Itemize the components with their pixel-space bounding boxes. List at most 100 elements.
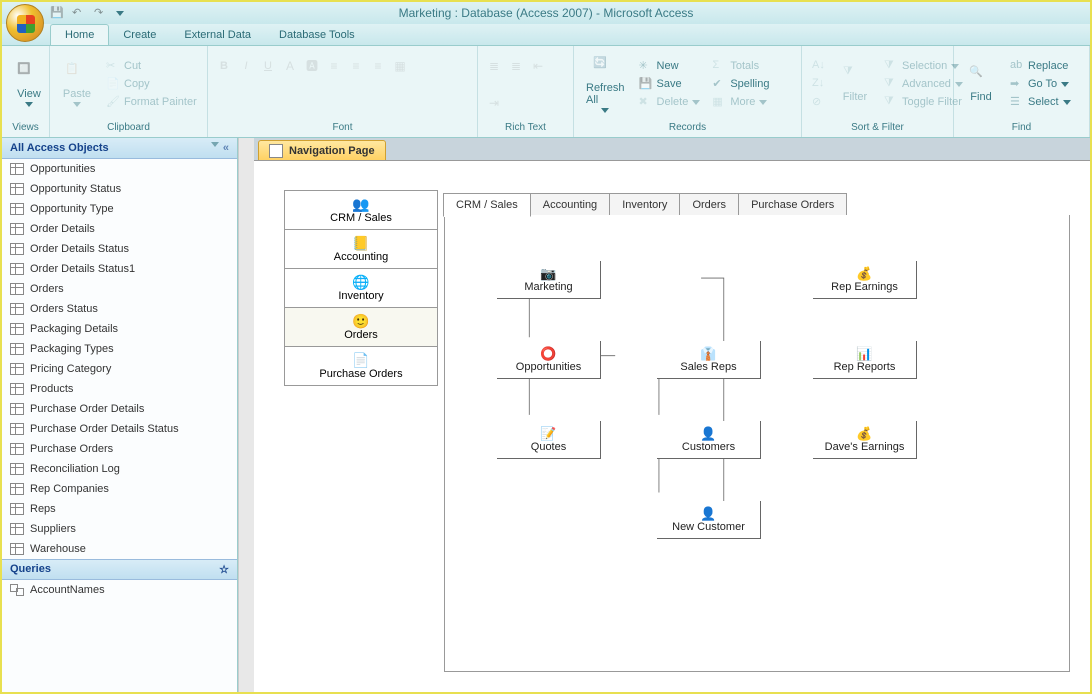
nav-item[interactable]: Packaging Details bbox=[2, 319, 237, 339]
subtab[interactable]: CRM / Sales bbox=[443, 193, 531, 217]
paste-button[interactable]: 📋Paste bbox=[56, 58, 98, 111]
nav-item[interactable]: Opportunity Type bbox=[2, 199, 237, 219]
spelling-button[interactable]: ✔Spelling bbox=[708, 76, 773, 92]
node-new-customer[interactable]: 👤New Customer bbox=[657, 501, 761, 539]
nav-pane-header[interactable]: All Access Objects « bbox=[2, 138, 237, 159]
goto-button[interactable]: ➡Go To bbox=[1006, 76, 1075, 92]
nav-item[interactable]: Order Details Status bbox=[2, 239, 237, 259]
node-customers[interactable]: 👤Customers bbox=[657, 421, 761, 459]
nav-item[interactable]: Rep Companies bbox=[2, 479, 237, 499]
chevron-down-icon[interactable] bbox=[211, 142, 219, 147]
advanced-button[interactable]: ⧩Advanced bbox=[880, 76, 967, 92]
ribbon: 🔲View Views 📋Paste ✂Cut 📄Copy 🖌Format Pa… bbox=[2, 46, 1090, 138]
nav-item[interactable]: AccountNames bbox=[2, 580, 237, 600]
table-icon bbox=[10, 163, 24, 175]
replace-button[interactable]: abReplace bbox=[1006, 58, 1075, 74]
node-sales-reps[interactable]: 👔Sales Reps bbox=[657, 341, 761, 379]
tab-database-tools[interactable]: Database Tools bbox=[265, 25, 369, 45]
navform-button[interactable]: 📄Purchase Orders bbox=[284, 346, 438, 386]
nav-section-queries[interactable]: Queries☆ bbox=[2, 559, 237, 580]
office-button[interactable] bbox=[6, 4, 44, 42]
underline-button[interactable]: U bbox=[258, 56, 278, 76]
format-painter-button[interactable]: 🖌Format Painter bbox=[102, 94, 201, 110]
nav-item[interactable]: Purchase Order Details bbox=[2, 399, 237, 419]
diagram-panel: 📷Marketing ⭕Opportunities 📝Quotes 👔Sales… bbox=[444, 215, 1070, 672]
redo-icon[interactable]: ↷ bbox=[94, 6, 108, 20]
highlight-button[interactable]: 🅰 bbox=[302, 56, 322, 76]
subtab[interactable]: Accounting bbox=[530, 193, 610, 217]
tab-create[interactable]: Create bbox=[109, 25, 170, 45]
nav-item[interactable]: Order Details bbox=[2, 219, 237, 239]
table-icon bbox=[10, 503, 24, 515]
align-left-button[interactable]: ≡ bbox=[324, 56, 344, 76]
tab-external-data[interactable]: External Data bbox=[170, 25, 265, 45]
nav-item[interactable]: Opportunity Status bbox=[2, 179, 237, 199]
totals-button[interactable]: ΣTotals bbox=[708, 58, 773, 74]
save-icon[interactable]: 💾 bbox=[50, 6, 64, 20]
subtab[interactable]: Inventory bbox=[609, 193, 680, 217]
nav-item[interactable]: Opportunities bbox=[2, 159, 237, 179]
navform-button[interactable]: 📒Accounting bbox=[284, 229, 438, 269]
sort-asc-button[interactable]: A↓ bbox=[808, 58, 830, 74]
nav-item[interactable]: Warehouse bbox=[2, 539, 237, 559]
nav-item[interactable]: Reconciliation Log bbox=[2, 459, 237, 479]
indent-right-button[interactable]: ⇥ bbox=[484, 93, 504, 113]
select-button[interactable]: ☰Select bbox=[1006, 94, 1075, 110]
node-opportunities[interactable]: ⭕Opportunities bbox=[497, 341, 601, 379]
nav-item[interactable]: Purchase Orders bbox=[2, 439, 237, 459]
font-color-button[interactable]: A bbox=[280, 56, 300, 76]
navigation-pane: All Access Objects « OpportunitiesOpport… bbox=[2, 138, 238, 692]
node-quotes[interactable]: 📝Quotes bbox=[497, 421, 601, 459]
cut-button[interactable]: ✂Cut bbox=[102, 58, 201, 74]
nav-item[interactable]: Pricing Category bbox=[2, 359, 237, 379]
refresh-all-button[interactable]: 🔄Refresh All bbox=[580, 52, 631, 117]
nav-item[interactable]: Purchase Order Details Status bbox=[2, 419, 237, 439]
font-size-combo[interactable] bbox=[316, 93, 356, 113]
subtab[interactable]: Purchase Orders bbox=[738, 193, 847, 217]
toggle-filter-button[interactable]: ⧩Toggle Filter bbox=[880, 94, 967, 110]
nav-item[interactable]: Products bbox=[2, 379, 237, 399]
navform-button[interactable]: 🙂Orders bbox=[284, 307, 438, 347]
selection-button[interactable]: ⧩Selection bbox=[880, 58, 967, 74]
sort-desc-button[interactable]: Z↓ bbox=[808, 76, 830, 92]
indent-left-button[interactable]: ⇤ bbox=[528, 56, 548, 76]
delete-record-button[interactable]: ✖Delete bbox=[635, 94, 705, 110]
subtab[interactable]: Orders bbox=[679, 193, 739, 217]
new-record-button[interactable]: ✳New bbox=[635, 58, 705, 74]
nav-item[interactable]: Orders bbox=[2, 279, 237, 299]
more-button[interactable]: ▦More bbox=[708, 94, 773, 110]
node-daves-earnings[interactable]: 💰Dave's Earnings bbox=[813, 421, 917, 459]
tab-home[interactable]: Home bbox=[50, 24, 109, 45]
nav-item[interactable]: Order Details Status1 bbox=[2, 259, 237, 279]
nav-item[interactable]: Packaging Types bbox=[2, 339, 237, 359]
navform-button[interactable]: 👥CRM / Sales bbox=[284, 190, 438, 230]
align-center-button[interactable]: ≡ bbox=[346, 56, 366, 76]
nav-item[interactable]: Reps bbox=[2, 499, 237, 519]
document-tab[interactable]: Navigation Page bbox=[258, 140, 386, 162]
window-title: Marketing : Database (Access 2007) - Mic… bbox=[399, 6, 694, 20]
filter-button[interactable]: ⧩Filter bbox=[834, 61, 876, 107]
bullets-button[interactable]: ≣ bbox=[484, 56, 504, 76]
bold-button[interactable]: B bbox=[214, 56, 234, 76]
nav-item[interactable]: Orders Status bbox=[2, 299, 237, 319]
view-button[interactable]: 🔲View bbox=[8, 58, 50, 111]
align-right-button[interactable]: ≡ bbox=[368, 56, 388, 76]
table-icon bbox=[10, 323, 24, 335]
node-rep-reports[interactable]: 📊Rep Reports bbox=[813, 341, 917, 379]
copy-button[interactable]: 📄Copy bbox=[102, 76, 201, 92]
qat-dropdown-icon[interactable] bbox=[116, 11, 124, 16]
gridlines-button[interactable]: ▦ bbox=[390, 56, 410, 76]
collapse-icon[interactable]: « bbox=[223, 142, 229, 154]
save-record-button[interactable]: 💾Save bbox=[635, 76, 705, 92]
undo-icon[interactable]: ↶ bbox=[72, 6, 86, 20]
nav-item[interactable]: Suppliers bbox=[2, 519, 237, 539]
node-marketing[interactable]: 📷Marketing bbox=[497, 261, 601, 299]
italic-button[interactable]: I bbox=[236, 56, 256, 76]
table-icon bbox=[10, 343, 24, 355]
nav-scrollbar[interactable] bbox=[238, 138, 254, 692]
node-rep-earnings[interactable]: 💰Rep Earnings bbox=[813, 261, 917, 299]
navform-button[interactable]: 🌐Inventory bbox=[284, 268, 438, 308]
clear-sort-button[interactable]: ⊘ bbox=[808, 94, 830, 110]
font-name-combo[interactable] bbox=[214, 93, 314, 113]
numbering-button[interactable]: ≣ bbox=[506, 56, 526, 76]
